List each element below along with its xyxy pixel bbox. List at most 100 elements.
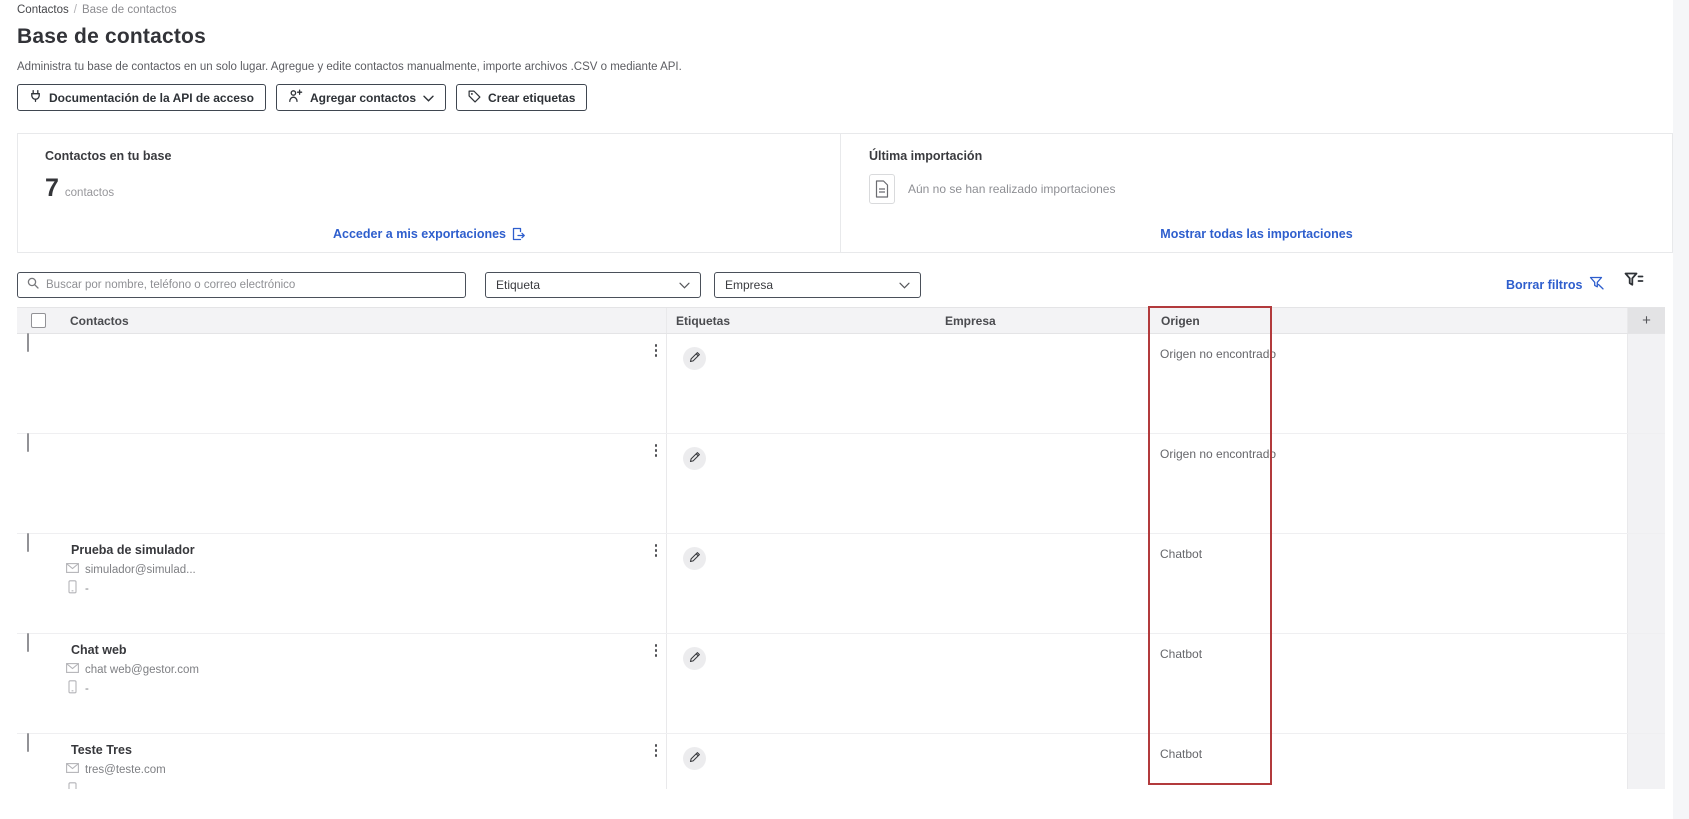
table-row: Chat web chat web@gestor.com - Chatbot bbox=[17, 633, 1665, 734]
person-add-icon bbox=[288, 89, 303, 106]
contacts-card-title: Contactos en tu base bbox=[45, 149, 172, 163]
edit-tags-button[interactable] bbox=[683, 647, 706, 670]
edit-tags-button[interactable] bbox=[683, 347, 706, 370]
pencil-icon bbox=[689, 750, 701, 768]
row-menu-icon[interactable] bbox=[653, 442, 660, 459]
import-empty-state: Aún no se han realizado importaciones bbox=[869, 174, 1115, 204]
row-checkbox[interactable] bbox=[27, 433, 29, 452]
last-import-card: Última importación Aún no se han realiza… bbox=[841, 134, 1672, 252]
tag-filter-label: Etiqueta bbox=[496, 278, 541, 292]
origin-value: Origen no encontrado bbox=[1160, 347, 1277, 361]
api-docs-button-label: Documentación de la API de acceso bbox=[49, 90, 254, 105]
tag-filter-select[interactable]: Etiqueta bbox=[485, 272, 701, 298]
edit-tags-button[interactable] bbox=[683, 447, 706, 470]
mail-icon bbox=[66, 663, 79, 676]
import-empty-message: Aún no se han realizado importaciones bbox=[908, 182, 1116, 196]
plug-icon bbox=[29, 89, 42, 106]
row-checkbox[interactable] bbox=[27, 333, 29, 352]
search-box bbox=[17, 272, 466, 298]
toolbar: Documentación de la API de acceso Agrega… bbox=[17, 84, 588, 111]
chevron-down-icon bbox=[423, 91, 434, 105]
company-filter-label: Empresa bbox=[725, 278, 774, 292]
search-input[interactable] bbox=[46, 279, 456, 291]
contact-name: Chat web bbox=[71, 643, 127, 657]
row-menu-icon[interactable] bbox=[653, 342, 660, 359]
phone-icon bbox=[66, 782, 79, 789]
contacts-page: Contactos / Base de contactos Base de co… bbox=[0, 0, 1689, 819]
contact-name: Teste Tres bbox=[71, 743, 132, 757]
row-checkbox[interactable] bbox=[27, 633, 29, 652]
export-icon bbox=[506, 227, 525, 241]
contacts-summary-card: Contactos en tu base 7 contactos Acceder… bbox=[18, 134, 841, 252]
edit-tags-button[interactable] bbox=[683, 547, 706, 570]
origin-value: Origen no encontrado bbox=[1160, 447, 1277, 461]
table-row: Prueba de simulador simulador@simulad...… bbox=[17, 533, 1665, 634]
table-row: Origen no encontrado bbox=[17, 433, 1665, 534]
row-checkbox[interactable] bbox=[27, 733, 29, 752]
phone-icon bbox=[66, 580, 79, 597]
pencil-icon bbox=[689, 350, 701, 368]
add-column-button[interactable]: + bbox=[1628, 308, 1665, 333]
edit-tags-button[interactable] bbox=[683, 747, 706, 770]
contact-name: Prueba de simulador bbox=[71, 543, 195, 557]
column-header-company: Empresa bbox=[945, 313, 996, 328]
exports-link-label: Acceder a mis exportaciones bbox=[333, 227, 506, 241]
create-tags-button[interactable]: Crear etiquetas bbox=[456, 84, 588, 111]
breadcrumb-contactos[interactable]: Contactos bbox=[17, 4, 69, 16]
exports-link[interactable]: Acceder a mis exportaciones bbox=[18, 227, 840, 241]
show-imports-link[interactable]: Mostrar todas las importaciones bbox=[841, 227, 1672, 241]
contact-email: tres@teste.com bbox=[85, 763, 166, 776]
page-right-margin bbox=[1673, 0, 1689, 819]
contacts-count-number: 7 bbox=[45, 174, 59, 202]
origin-value: Chatbot bbox=[1160, 647, 1203, 661]
origin-value: Chatbot bbox=[1160, 547, 1203, 561]
table-row: Teste Tres tres@teste.com Chatbot bbox=[17, 733, 1665, 789]
contacts-count-label: contactos bbox=[64, 187, 115, 199]
chevron-down-icon bbox=[679, 278, 690, 292]
contact-email: simulador@simulad... bbox=[85, 563, 196, 576]
add-contacts-button[interactable]: Agregar contactos bbox=[275, 84, 446, 111]
page-title: Base de contactos bbox=[17, 25, 206, 48]
page-subtitle: Administra tu base de contactos en un so… bbox=[17, 61, 682, 73]
contact-email: chat web@gestor.com bbox=[85, 663, 199, 676]
pencil-icon bbox=[689, 650, 701, 668]
contacts-table: Contactos Etiquetas Empresa Origen + Ori… bbox=[17, 307, 1665, 789]
mail-icon bbox=[66, 763, 79, 776]
create-tags-button-label: Crear etiquetas bbox=[488, 90, 576, 105]
clear-filters-button[interactable]: Borrar filtros bbox=[1506, 276, 1605, 293]
filter-clear-icon bbox=[1589, 276, 1605, 293]
row-checkbox[interactable] bbox=[27, 533, 29, 552]
origin-value: Chatbot bbox=[1160, 747, 1203, 761]
chevron-down-icon bbox=[899, 278, 910, 292]
filter-settings-icon[interactable] bbox=[1624, 272, 1644, 294]
row-menu-icon[interactable] bbox=[653, 742, 660, 759]
pencil-icon bbox=[689, 450, 701, 468]
mail-icon bbox=[66, 563, 79, 576]
column-header-contacts: Contactos bbox=[60, 308, 667, 333]
row-menu-icon[interactable] bbox=[653, 642, 660, 659]
show-imports-link-label: Mostrar todas las importaciones bbox=[1160, 227, 1353, 241]
phone-icon bbox=[66, 680, 79, 697]
column-header-tags: Etiquetas bbox=[676, 313, 731, 328]
add-contacts-button-label: Agregar contactos bbox=[309, 90, 416, 105]
breadcrumb-base-de-contactos: Base de contactos bbox=[81, 4, 177, 16]
tag-icon bbox=[468, 90, 481, 106]
select-all-checkbox[interactable] bbox=[31, 313, 46, 328]
summary-panel: Contactos en tu base 7 contactos Acceder… bbox=[17, 133, 1673, 253]
contact-phone: - bbox=[85, 682, 89, 695]
search-icon bbox=[27, 276, 39, 294]
breadcrumb-separator: / bbox=[73, 4, 77, 16]
contacts-count: 7 contactos bbox=[45, 174, 114, 203]
api-docs-button[interactable]: Documentación de la API de acceso bbox=[17, 84, 266, 111]
breadcrumb: Contactos / Base de contactos bbox=[17, 4, 177, 16]
contact-phone: - bbox=[85, 582, 89, 595]
import-card-title: Última importación bbox=[869, 149, 983, 163]
pencil-icon bbox=[689, 550, 701, 568]
row-menu-icon[interactable] bbox=[653, 542, 660, 559]
clear-filters-label: Borrar filtros bbox=[1506, 277, 1583, 292]
document-icon bbox=[869, 174, 895, 204]
table-header-row: Contactos Etiquetas Empresa Origen + bbox=[17, 307, 1665, 334]
table-row: Origen no encontrado bbox=[17, 333, 1665, 434]
company-filter-select[interactable]: Empresa bbox=[714, 272, 921, 298]
column-header-origin: Origen bbox=[1148, 308, 1628, 333]
